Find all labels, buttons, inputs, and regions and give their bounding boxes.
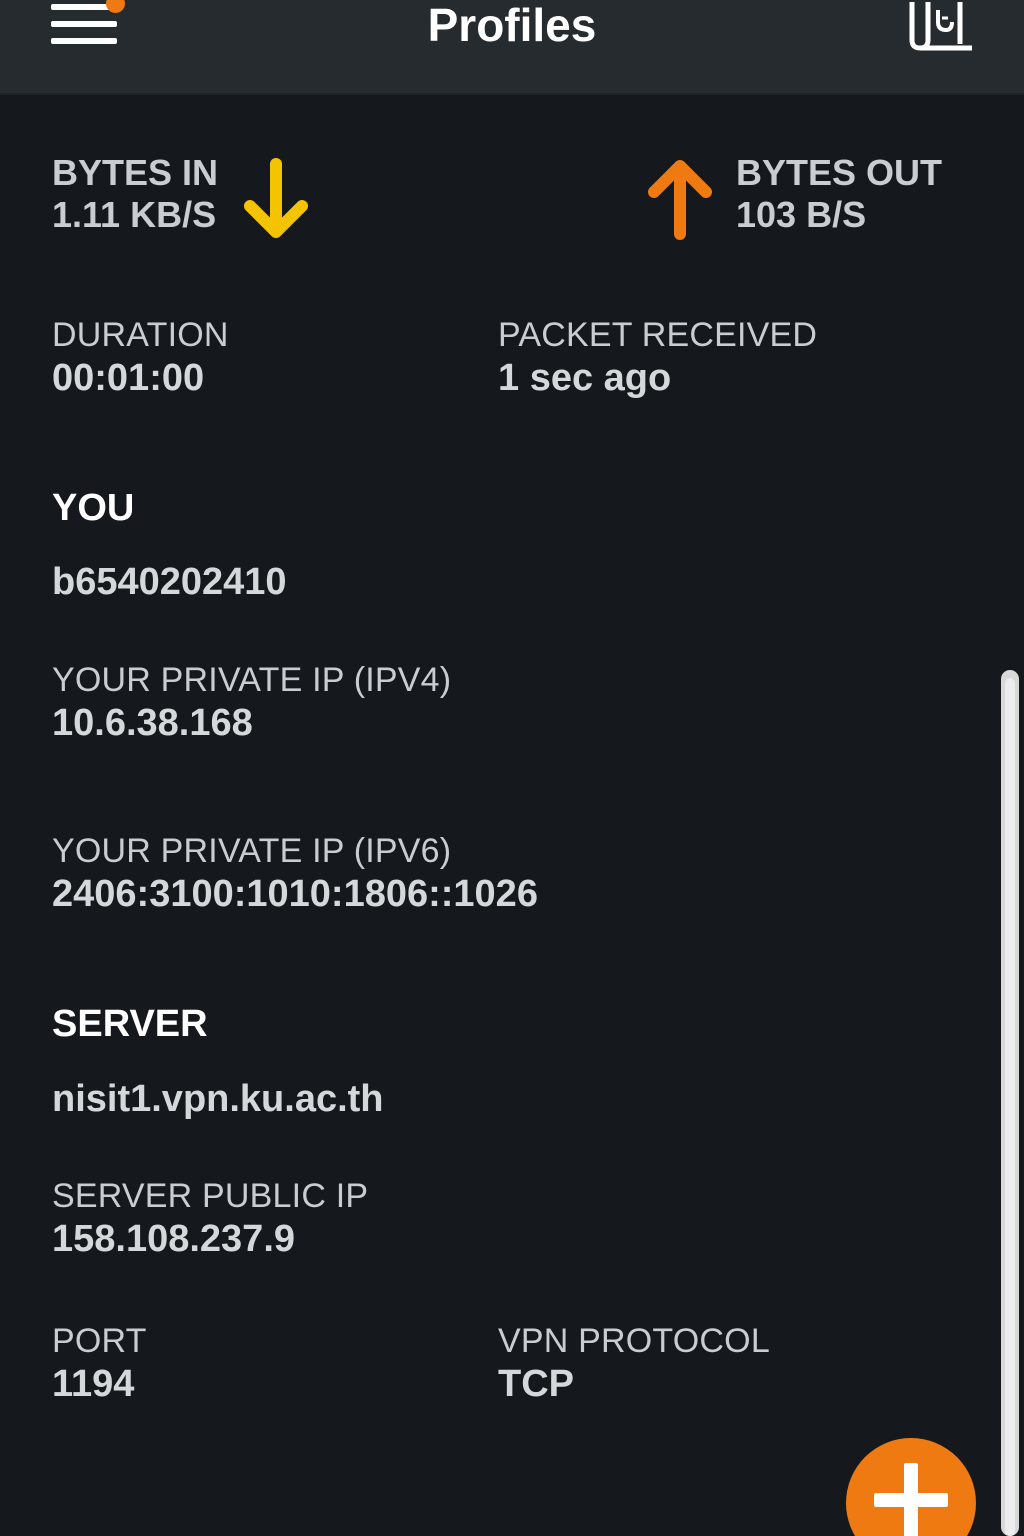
page-title: Profiles [427,0,597,51]
duration-stat: DURATION 00:01:00 [52,315,229,401]
server-hostname-value: nisit1.vpn.ku.ac.th [52,1078,384,1120]
arrow-up-icon [648,160,712,240]
server-public-ip-stat: SERVER PUBLIC IP 158.108.237.9 [52,1176,368,1262]
username-value: b6540202410 [52,561,287,603]
duration-label: DURATION [52,316,229,354]
you-section-title: YOU [52,487,135,529]
vpn-protocol-label: VPN PROTOCOL [498,1322,770,1360]
private-ipv4-stat: YOUR PRIVATE IP (IPV4) 10.6.38.168 [52,660,451,746]
server-public-ip-value: 158.108.237.9 [52,1218,296,1260]
arrow-down-icon [244,158,308,238]
duration-value: 00:01:00 [52,357,205,399]
packet-received-label: PACKET RECEIVED [498,316,818,354]
vpn-protocol-stat: VPN PROTOCOL TCP [498,1321,770,1407]
port-value: 1194 [52,1363,135,1405]
server-public-ip-label: SERVER PUBLIC IP [52,1177,369,1215]
connection-stats-screen: Profiles BYTES IN 1.11 KB/S BYTES OUT 10… [0,0,1024,1536]
packet-received-stat: PACKET RECEIVED 1 sec ago [498,315,817,401]
private-ipv6-value: 2406:3100:1010:1806::1026 [52,873,538,915]
log-document-icon [909,2,972,51]
packet-received-value: 1 sec ago [498,357,672,399]
bytes-out-value: 103 B/S [736,194,867,235]
bytes-in-value: 1.11 KB/S [52,194,217,235]
server-section-title: SERVER [52,1003,208,1045]
bytes-out-label: BYTES OUT [736,152,943,193]
vpn-protocol-value: TCP [498,1363,574,1405]
bytes-out-stat: BYTES OUT 103 B/S [736,153,942,235]
private-ipv4-value: 10.6.38.168 [52,702,253,744]
scrollbar-thumb[interactable] [1005,678,1015,1536]
add-profile-button[interactable] [846,1438,976,1536]
private-ipv4-label: YOUR PRIVATE IP (IPV4) [52,661,452,699]
private-ipv6-stat: YOUR PRIVATE IP (IPV6) 2406:3100:1010:18… [52,831,538,917]
bytes-in-stat: BYTES IN 1.11 KB/S [52,153,218,235]
port-label: PORT [52,1322,147,1360]
log-button[interactable] [904,0,980,56]
top-app-bar: Profiles [0,0,1024,95]
bytes-in-label: BYTES IN [52,152,219,193]
private-ipv6-label: YOUR PRIVATE IP (IPV6) [52,832,452,870]
port-stat: PORT 1194 [52,1321,147,1407]
